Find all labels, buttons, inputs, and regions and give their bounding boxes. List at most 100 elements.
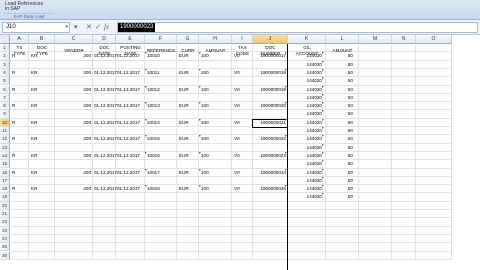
cell-gl-account[interactable]: 144020 — [288, 111, 322, 117]
cell-gl-account[interactable]: 144020 — [288, 87, 322, 93]
column-header-i[interactable]: I — [232, 35, 253, 44]
row-header-9[interactable]: 9 — [0, 110, 10, 119]
column-header-c[interactable]: C — [55, 35, 93, 44]
cell-line-amount[interactable]: 50 — [326, 153, 353, 159]
column-header-n[interactable]: N — [392, 35, 416, 44]
cell-tx-type[interactable]: R — [12, 87, 15, 93]
cell-curr[interactable]: EUR — [179, 70, 189, 76]
cell-amount[interactable]: 100 — [201, 136, 209, 142]
row-header-16[interactable]: 16 — [0, 168, 10, 177]
column-header-m[interactable]: M — [359, 35, 392, 44]
cell-doc-number[interactable]: 1900000017 — [253, 53, 286, 59]
row-header-2[interactable]: 2 — [0, 52, 10, 61]
cell-amount[interactable]: 100 — [201, 103, 209, 109]
cell-reference[interactable]: 10016 — [147, 153, 160, 159]
row-header-3[interactable]: 3 — [0, 60, 10, 69]
cell-curr[interactable]: EUR — [179, 136, 189, 142]
cell-reference[interactable]: 10011 — [147, 70, 159, 76]
cancel-icon[interactable]: ✕ — [86, 23, 92, 32]
cell-amount[interactable]: 100 — [201, 70, 209, 76]
row-header-8[interactable]: 8 — [0, 102, 10, 111]
enter-icon[interactable]: ✓ — [95, 23, 101, 32]
cell-vendor[interactable]: 200 — [55, 170, 91, 176]
cell-reference[interactable]: 10018 — [147, 186, 160, 192]
name-box[interactable]: J10 ▾ — [2, 22, 70, 33]
cell-doc-type[interactable]: KR — [31, 136, 37, 142]
row-header-11[interactable]: 11 — [0, 127, 10, 136]
row-header-24[interactable]: 24 — [0, 234, 10, 244]
formula-menu-icon[interactable]: ▾ — [74, 23, 78, 32]
cell-reference[interactable]: 10015 — [147, 136, 160, 142]
cell-amount[interactable]: 100 — [201, 170, 209, 176]
cell-line-amount[interactable]: 50 — [326, 178, 353, 184]
cell-doc-date[interactable]: 01.12.2017 — [94, 170, 117, 176]
cell-tax-code[interactable]: V0 — [234, 53, 240, 59]
cell-tax-code[interactable]: V0 — [234, 186, 240, 192]
row-header-18[interactable]: 18 — [0, 185, 10, 194]
cell-line-amount[interactable]: 50 — [326, 111, 353, 117]
row-header-5[interactable]: 5 — [0, 77, 10, 86]
cell-gl-account[interactable]: 144020 — [288, 186, 322, 192]
row-header-23[interactable]: 23 — [0, 226, 10, 235]
cell-tax-code[interactable]: V0 — [234, 70, 240, 76]
column-header-g[interactable]: G — [177, 35, 199, 44]
row-header-13[interactable]: 13 — [0, 143, 10, 152]
cell-amount[interactable]: 100 — [201, 87, 209, 93]
cell-vendor[interactable]: 200 — [55, 136, 91, 142]
cell-doc-date[interactable]: 01.12.2017 — [94, 87, 117, 93]
cell-reference[interactable]: 10014 — [147, 120, 160, 126]
row-header-20[interactable]: 20 — [0, 201, 10, 210]
cell-amount[interactable]: 100 — [201, 186, 209, 192]
cell-line-amount[interactable]: 50 — [326, 95, 353, 101]
cell-posting-date[interactable]: 01.12.2017 — [117, 120, 140, 126]
cell-vendor[interactable]: 200 — [55, 70, 91, 76]
cell-amount[interactable]: 100 — [201, 120, 209, 126]
cell-tx-type[interactable]: R — [12, 170, 15, 176]
row-header-21[interactable]: 21 — [0, 210, 10, 219]
cell-posting-date[interactable]: 01.12.2017 — [117, 170, 140, 176]
cell-reference[interactable]: 10012 — [147, 87, 160, 93]
cell-posting-date[interactable]: 01.12.2017 — [117, 136, 140, 142]
cell-amount[interactable]: 100 — [201, 153, 209, 159]
column-header-f[interactable]: F — [145, 35, 177, 44]
row-header-7[interactable]: 7 — [0, 93, 10, 103]
cell-gl-account[interactable]: 144020 — [288, 62, 322, 68]
cell-line-amount[interactable]: 50 — [326, 136, 353, 142]
cell-gl-account[interactable]: 144020 — [288, 170, 322, 176]
sap-data-load-group[interactable]: Load References in SAP SAP Data Load — [2, 0, 54, 20]
cell-tx-type[interactable]: R — [12, 153, 15, 159]
cell-doc-date[interactable]: 01.12.2017 — [94, 186, 117, 192]
cell-line-amount[interactable]: 50 — [326, 120, 353, 126]
column-header-h[interactable]: H — [199, 35, 232, 44]
cell-gl-account[interactable]: 144020 — [288, 103, 322, 109]
cell-gl-account[interactable]: 144020 — [288, 120, 322, 126]
cell-curr[interactable]: EUR — [179, 103, 189, 109]
column-header-j[interactable]: J — [253, 35, 288, 44]
cell-gl-account[interactable]: 144020 — [288, 128, 322, 134]
cell-tx-type[interactable]: R — [12, 53, 15, 59]
row-header-4[interactable]: 4 — [0, 68, 10, 78]
cell-posting-date[interactable]: 01.12.2017 — [117, 153, 140, 159]
cell-doc-date[interactable]: 01.12.2017 — [94, 136, 117, 142]
cell-tx-type[interactable]: R — [12, 70, 15, 76]
cell-tx-type[interactable]: R — [12, 103, 15, 109]
cell-vendor[interactable]: 200 — [55, 186, 91, 192]
cell-posting-date[interactable]: 01.12.2017 — [117, 186, 140, 192]
cell-curr[interactable]: EUR — [179, 170, 189, 176]
cell-tx-type[interactable]: R — [12, 186, 15, 192]
cell-doc-date[interactable]: 01.12.2017 — [94, 70, 117, 76]
cell-vendor[interactable]: 200 — [55, 120, 91, 126]
select-all-corner[interactable] — [0, 35, 10, 44]
cell-vendor[interactable]: 200 — [55, 153, 91, 159]
cell-doc-number[interactable]: 1900000024 — [253, 170, 286, 176]
cell-vendor[interactable]: 200 — [55, 103, 91, 109]
cell-amount[interactable]: 100 — [201, 53, 209, 59]
cell-reference[interactable]: 10010 — [147, 53, 160, 59]
cell-line-amount[interactable]: 50 — [326, 87, 353, 93]
cell-doc-number[interactable]: 1900000022 — [253, 136, 286, 142]
cell-doc-date[interactable]: 01.12.2017 — [94, 103, 117, 109]
cell-posting-date[interactable]: 01.12.2017 — [117, 103, 140, 109]
row-header-6[interactable]: 6 — [0, 85, 10, 94]
cell-curr[interactable]: EUR — [179, 153, 189, 159]
cell-doc-number[interactable]: 1900000019 — [253, 87, 286, 93]
